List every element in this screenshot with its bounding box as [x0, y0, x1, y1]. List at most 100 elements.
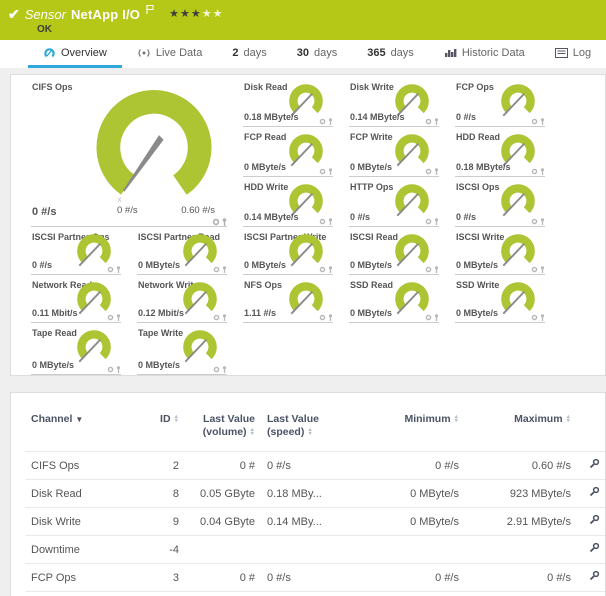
col-header-last-value-speed[interactable]: Last Value(speed)▲▼ — [261, 403, 355, 452]
col-header-maximum[interactable]: Maximum▲▼ — [465, 403, 577, 452]
cell-last-value-speed: 0.14 MBy... — [261, 508, 355, 536]
gauge-gear-icon[interactable] — [213, 366, 220, 373]
sort-icon: ▲▼ — [250, 428, 255, 436]
gauge-min-label: 0 #/s — [117, 205, 138, 216]
gauge-cell: ISCSI Partner Ops 0 #/s — [25, 227, 131, 275]
gauge-gear-icon[interactable] — [425, 266, 432, 273]
gauge-pin-icon[interactable] — [222, 266, 227, 273]
gauge-gear-icon[interactable] — [213, 314, 220, 321]
gauge-dial-icon — [73, 328, 115, 366]
gauge-pin-icon[interactable] — [540, 168, 545, 175]
wrench-icon[interactable] — [588, 542, 600, 554]
tab-number: 365 — [367, 47, 385, 59]
gauge-pin-icon[interactable] — [328, 218, 333, 225]
gauge-dial-icon — [391, 232, 433, 270]
gauge-gear-icon[interactable] — [319, 168, 326, 175]
gauge-gear-icon[interactable] — [425, 218, 432, 225]
gauge-pin-icon[interactable] — [540, 266, 545, 273]
channel-table-panel: Channel▼ ID▲▼ Last Value(volume)▲▼ Last … — [10, 392, 606, 596]
gauge-cell: Disk Write 0.14 MByte/s — [343, 77, 449, 127]
gauge-dial-icon — [391, 280, 433, 318]
prtg-sensor-page: ✔ Sensor NetApp I/O ★★★★★ OK Overview Li… — [0, 0, 606, 596]
gauge-value: 0 MByte/s — [456, 260, 498, 270]
gauge-pin-icon[interactable] — [434, 218, 439, 225]
gauge-gear-icon[interactable] — [107, 314, 114, 321]
table-row[interactable]: CIFS Ops 2 0 # 0 #/s 0 #/s 0.60 #/s — [25, 452, 606, 480]
tab-live-data[interactable]: Live Data — [122, 40, 217, 68]
col-header-minimum[interactable]: Minimum▲▼ — [355, 403, 465, 452]
tab-365-days[interactable]: 365 days — [352, 40, 429, 68]
gauge-pin-icon[interactable] — [328, 266, 333, 273]
cell-channel: Disk Read — [25, 480, 143, 508]
table-row[interactable]: FCP Read 10 0 GByte 0 MByte/s 0 MByte/s … — [25, 592, 606, 596]
cell-maximum: 0 MByte/s — [465, 592, 577, 596]
wrench-icon[interactable] — [588, 570, 600, 582]
gauge-pin-icon[interactable] — [434, 168, 439, 175]
col-header-channel[interactable]: Channel▼ — [25, 403, 143, 452]
gauge-pin-icon[interactable] — [222, 314, 227, 321]
table-row[interactable]: Disk Write 9 0.04 GByte 0.14 MBy... 0 MB… — [25, 508, 606, 536]
tab-2-days[interactable]: 2 days — [217, 40, 281, 68]
gauge-gear-icon[interactable] — [319, 118, 326, 125]
col-header-id[interactable]: ID▲▼ — [143, 403, 185, 452]
cell-channel: FCP Read — [25, 592, 143, 596]
gauge-pin-icon[interactable] — [540, 314, 545, 321]
gauge-cell: ISCSI Partner Write 0 MByte/s — [237, 227, 343, 275]
gauge-gear-icon[interactable] — [425, 118, 432, 125]
col-header-settings — [577, 403, 606, 452]
flag-icon[interactable] — [146, 1, 154, 19]
tab-30-days[interactable]: 30 days — [282, 40, 353, 68]
sensor-header: ✔ Sensor NetApp I/O ★★★★★ OK — [0, 0, 606, 40]
cell-settings — [577, 480, 606, 508]
tab-label: Live Data — [156, 47, 202, 59]
wrench-icon[interactable] — [588, 486, 600, 498]
gauge-gear-icon[interactable] — [107, 266, 114, 273]
gauge-value: 0 #/s — [32, 206, 56, 218]
gauge-gear-icon[interactable] — [319, 314, 326, 321]
gauge-dial-icon — [497, 280, 539, 318]
gauge-gear-icon[interactable] — [319, 218, 326, 225]
gauge-gear-icon[interactable] — [212, 218, 220, 226]
gauge-pin-icon[interactable] — [540, 118, 545, 125]
col-header-last-value-volume[interactable]: Last Value(volume)▲▼ — [185, 403, 261, 452]
gauge-pin-icon[interactable] — [540, 218, 545, 225]
gauge-pin-icon[interactable] — [222, 366, 227, 373]
tab-historic-data[interactable]: Historic Data — [429, 40, 540, 68]
cell-id: -4 — [143, 536, 185, 564]
gauge-pin-icon[interactable] — [222, 218, 227, 226]
gauge-gear-icon[interactable] — [531, 266, 538, 273]
table-row[interactable]: Disk Read 8 0.05 GByte 0.18 MBy... 0 MBy… — [25, 480, 606, 508]
gauge-gear-icon[interactable] — [531, 118, 538, 125]
gauge-gear-icon[interactable] — [425, 314, 432, 321]
gauge-pin-icon[interactable] — [434, 314, 439, 321]
table-row[interactable]: FCP Ops 3 0 # 0 #/s 0 #/s 0 #/s — [25, 564, 606, 592]
gauge-pin-icon[interactable] — [328, 118, 333, 125]
gauge-gear-icon[interactable] — [531, 314, 538, 321]
priority-stars[interactable]: ★★★★★ — [169, 7, 223, 20]
gauge-value: 0.18 MByte/s — [244, 112, 299, 122]
cell-channel: Disk Write — [25, 508, 143, 536]
tab-overview[interactable]: Overview — [28, 40, 122, 68]
tab-log[interactable]: Log — [540, 40, 606, 68]
gauge-gear-icon[interactable] — [425, 168, 432, 175]
gauge-pin-icon[interactable] — [328, 168, 333, 175]
gauge-gear-icon[interactable] — [531, 218, 538, 225]
log-icon — [555, 48, 568, 58]
gauge-pin-icon[interactable] — [116, 266, 121, 273]
cell-id: 8 — [143, 480, 185, 508]
gauge-icon — [43, 47, 56, 59]
gauge-gear-icon[interactable] — [213, 266, 220, 273]
gauge-gear-icon[interactable] — [107, 366, 114, 373]
wrench-icon[interactable] — [588, 514, 600, 526]
gauge-gear-icon[interactable] — [531, 168, 538, 175]
table-row[interactable]: Downtime -4 — [25, 536, 606, 564]
gauge-gear-icon[interactable] — [319, 266, 326, 273]
gauge-value: 1.11 #/s — [244, 308, 276, 318]
gauge-pin-icon[interactable] — [116, 314, 121, 321]
gauge-pin-icon[interactable] — [328, 314, 333, 321]
gauge-pin-icon[interactable] — [434, 118, 439, 125]
wrench-icon[interactable] — [588, 458, 600, 470]
gauge-pin-icon[interactable] — [116, 366, 121, 373]
gauge-pin-icon[interactable] — [434, 266, 439, 273]
gauge-dial-icon — [497, 82, 539, 120]
